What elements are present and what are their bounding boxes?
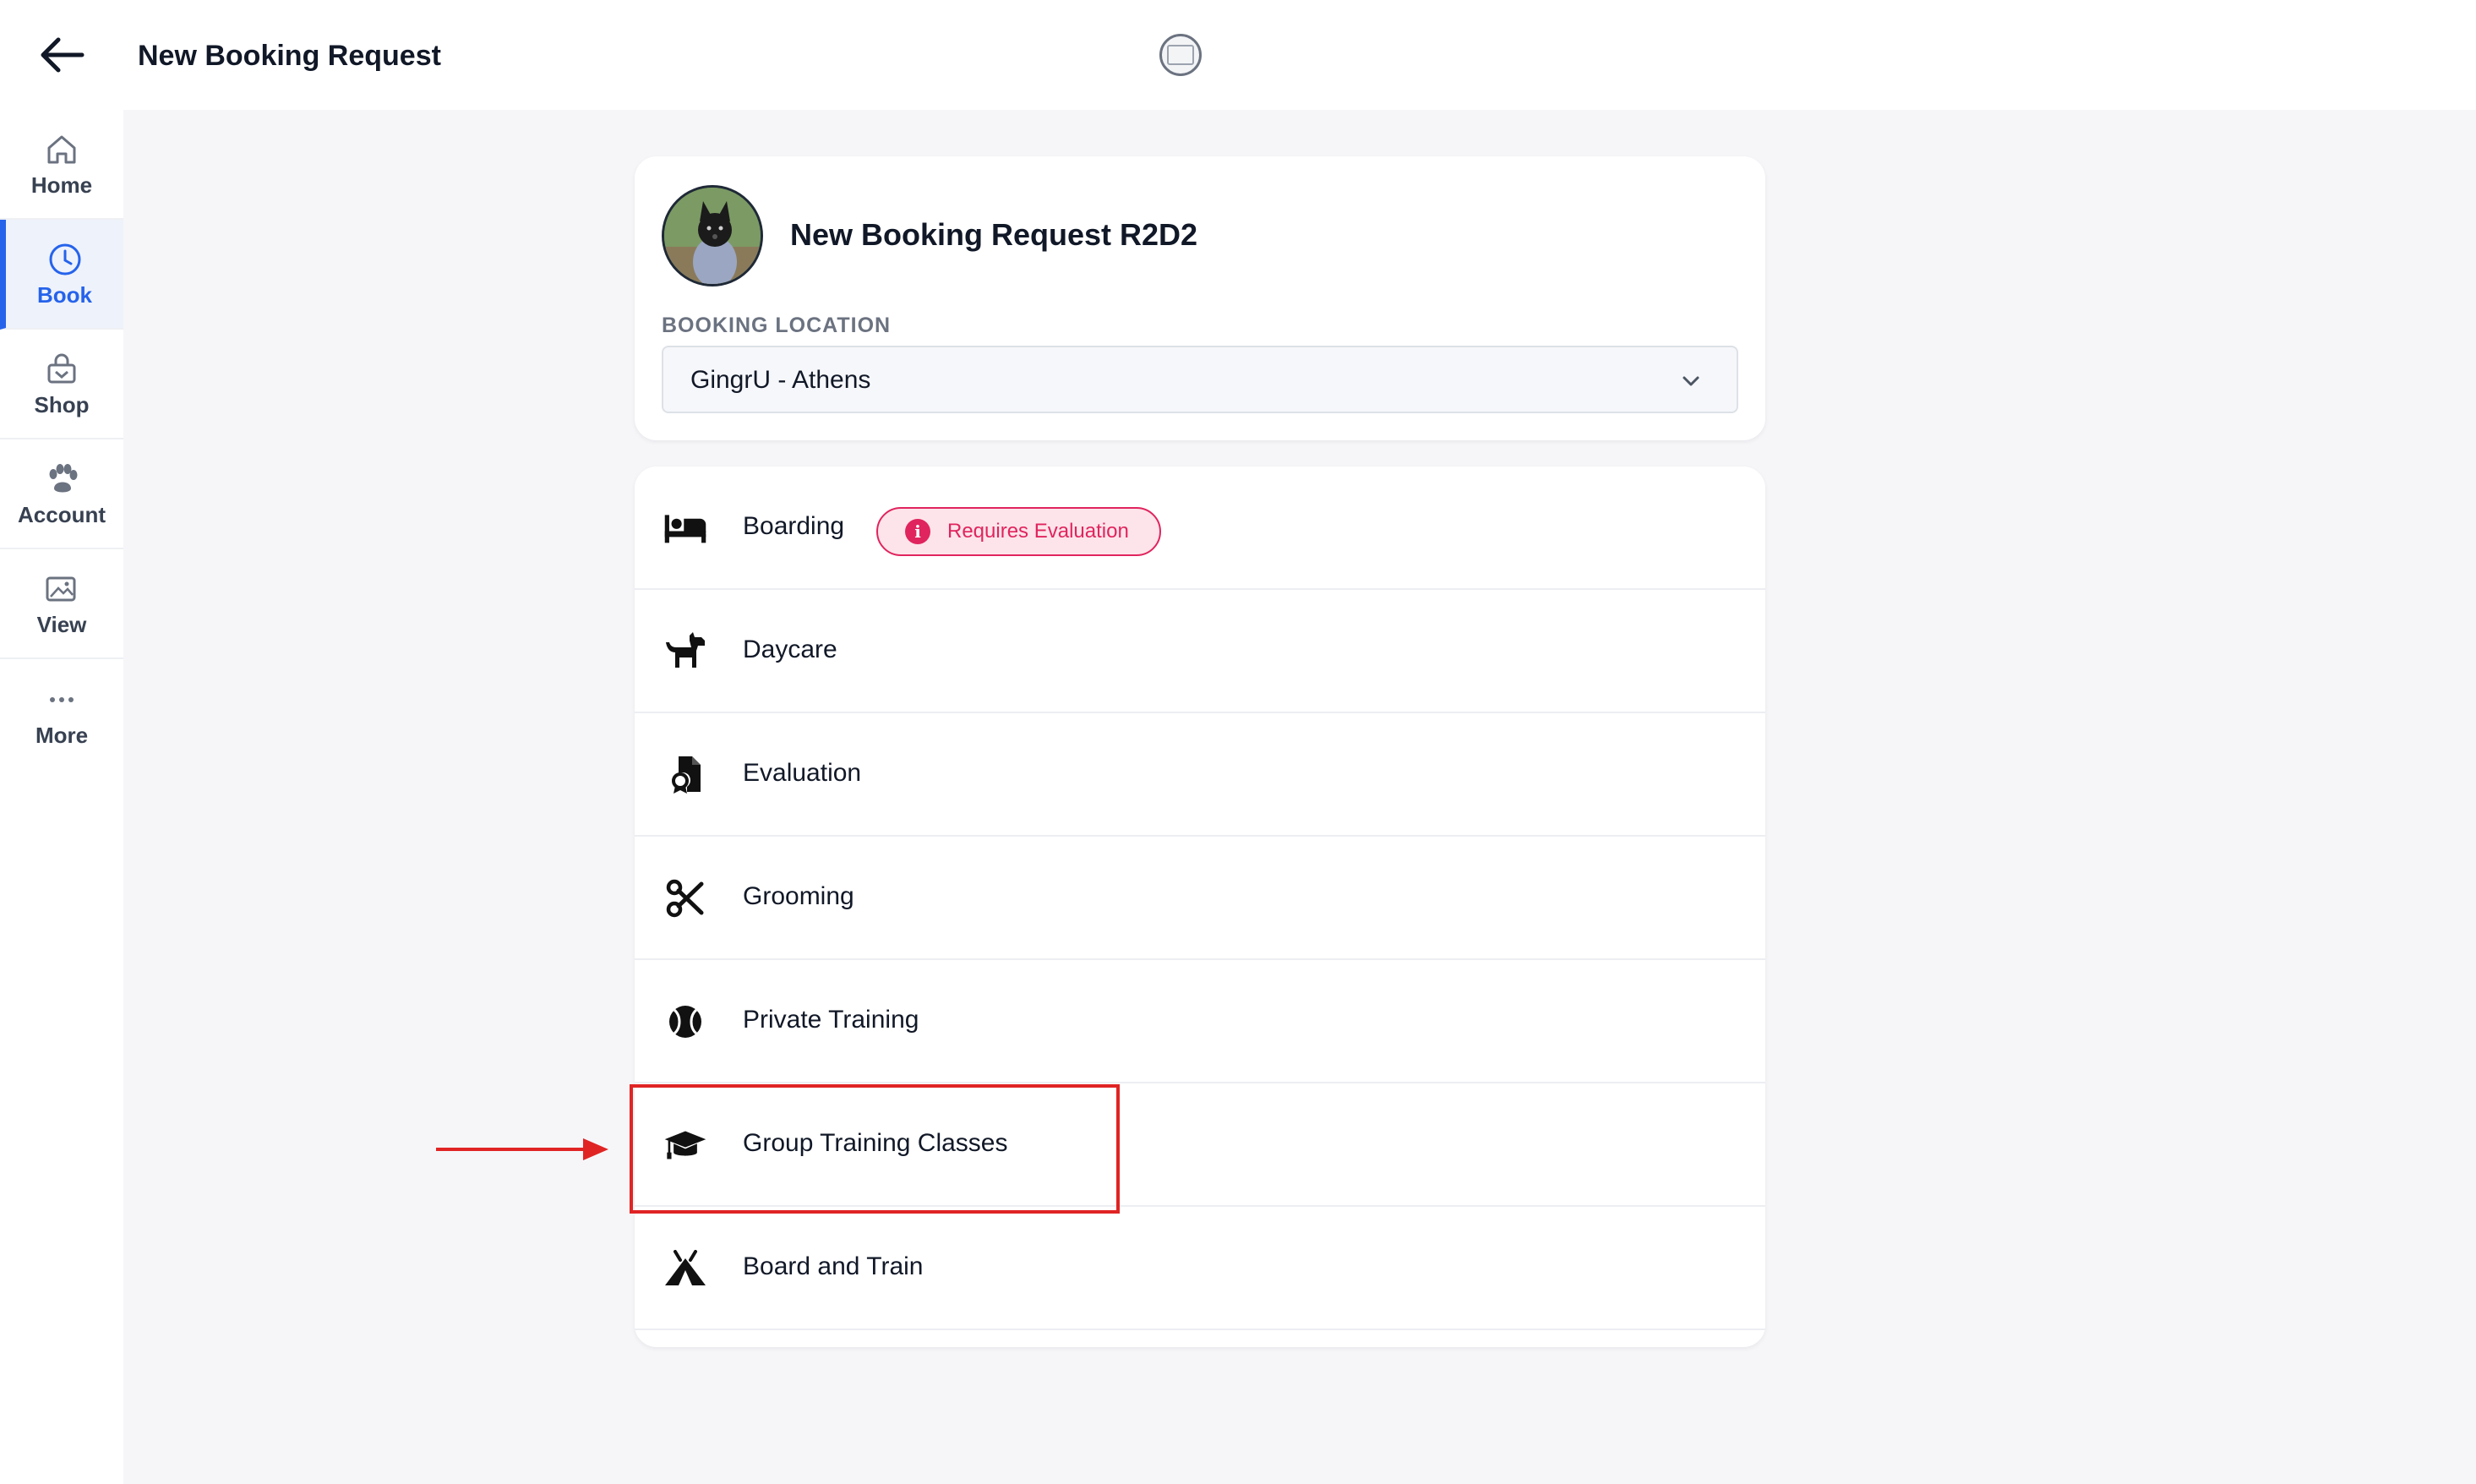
service-label: Evaluation <box>743 759 862 787</box>
service-item-board-and-train[interactable]: Board and Train <box>635 1207 1765 1330</box>
service-item-private-training[interactable]: Private Training <box>635 960 1765 1083</box>
graduation-cap-icon <box>664 1131 706 1159</box>
clock-icon <box>49 243 80 275</box>
sidebar-item-label: Account <box>18 501 106 527</box>
info-icon: i <box>905 519 930 544</box>
scissors-icon <box>666 879 704 918</box>
sidebar-item-home[interactable]: Home <box>0 110 123 220</box>
sidebar-item-shop[interactable]: Shop <box>0 330 123 439</box>
service-label: Grooming <box>743 882 854 910</box>
top-bar: New Booking Request <box>0 0 2476 110</box>
sidebar-item-view[interactable]: View <box>0 549 123 659</box>
pet-avatar <box>662 185 763 286</box>
arrow-left-icon <box>41 37 85 73</box>
service-item-grooming[interactable]: Grooming <box>635 837 1765 960</box>
sidebar-item-label: More <box>35 722 89 748</box>
back-button[interactable] <box>34 29 90 81</box>
services-card: Boarding i Requires Evaluation Daycare E… <box>635 466 1765 1347</box>
annotation-arrow <box>436 1138 608 1160</box>
sidebar-item-label: Home <box>30 172 93 198</box>
service-label: Boarding <box>743 512 845 540</box>
service-item-boarding[interactable]: Boarding i Requires Evaluation <box>635 466 1765 590</box>
sidebar-item-account[interactable]: Account <box>0 439 123 549</box>
service-item-daycare[interactable]: Daycare <box>635 590 1765 713</box>
booking-location-label: BOOKING LOCATION <box>662 314 892 337</box>
file-certificate-icon <box>672 756 701 794</box>
sidebar-item-label: View <box>36 611 87 637</box>
service-item-evaluation[interactable]: Evaluation <box>635 713 1765 837</box>
paw-icon <box>49 463 78 492</box>
bed-icon <box>664 515 706 543</box>
tennis-ball-icon <box>669 1006 701 1038</box>
shopping-bag-icon <box>47 353 76 383</box>
sidebar-item-label: Shop <box>34 391 90 417</box>
service-item-group-training-classes[interactable]: Group Training Classes <box>635 1083 1765 1207</box>
service-label: Group Training Classes <box>743 1129 1008 1157</box>
booking-header-card: New Booking Request R2D2 BOOKING LOCATIO… <box>635 156 1765 440</box>
sidebar: Home Book Shop Account View More <box>0 110 123 1484</box>
image-gallery-icon <box>46 576 76 601</box>
service-label: Daycare <box>743 636 837 663</box>
service-label: Board and Train <box>743 1252 924 1280</box>
chevron-down-icon <box>1682 376 1699 386</box>
ellipsis-icon <box>50 696 74 702</box>
brand-logo-icon <box>1159 34 1202 76</box>
page-title: New Booking Request <box>138 40 441 72</box>
booking-title: New Booking Request R2D2 <box>790 217 1198 252</box>
sidebar-item-label: Book <box>37 281 92 308</box>
home-icon <box>47 135 76 163</box>
sidebar-item-book[interactable]: Book <box>0 220 123 330</box>
sidebar-item-more[interactable]: More <box>0 659 123 769</box>
booking-location-value: GingrU - Athens <box>690 366 871 394</box>
service-label: Private Training <box>743 1006 919 1034</box>
dog-icon <box>666 632 705 668</box>
tent-icon <box>665 1250 706 1285</box>
booking-location-select[interactable]: GingrU - Athens <box>662 346 1738 413</box>
requires-evaluation-badge: i Requires Evaluation <box>876 507 1161 556</box>
